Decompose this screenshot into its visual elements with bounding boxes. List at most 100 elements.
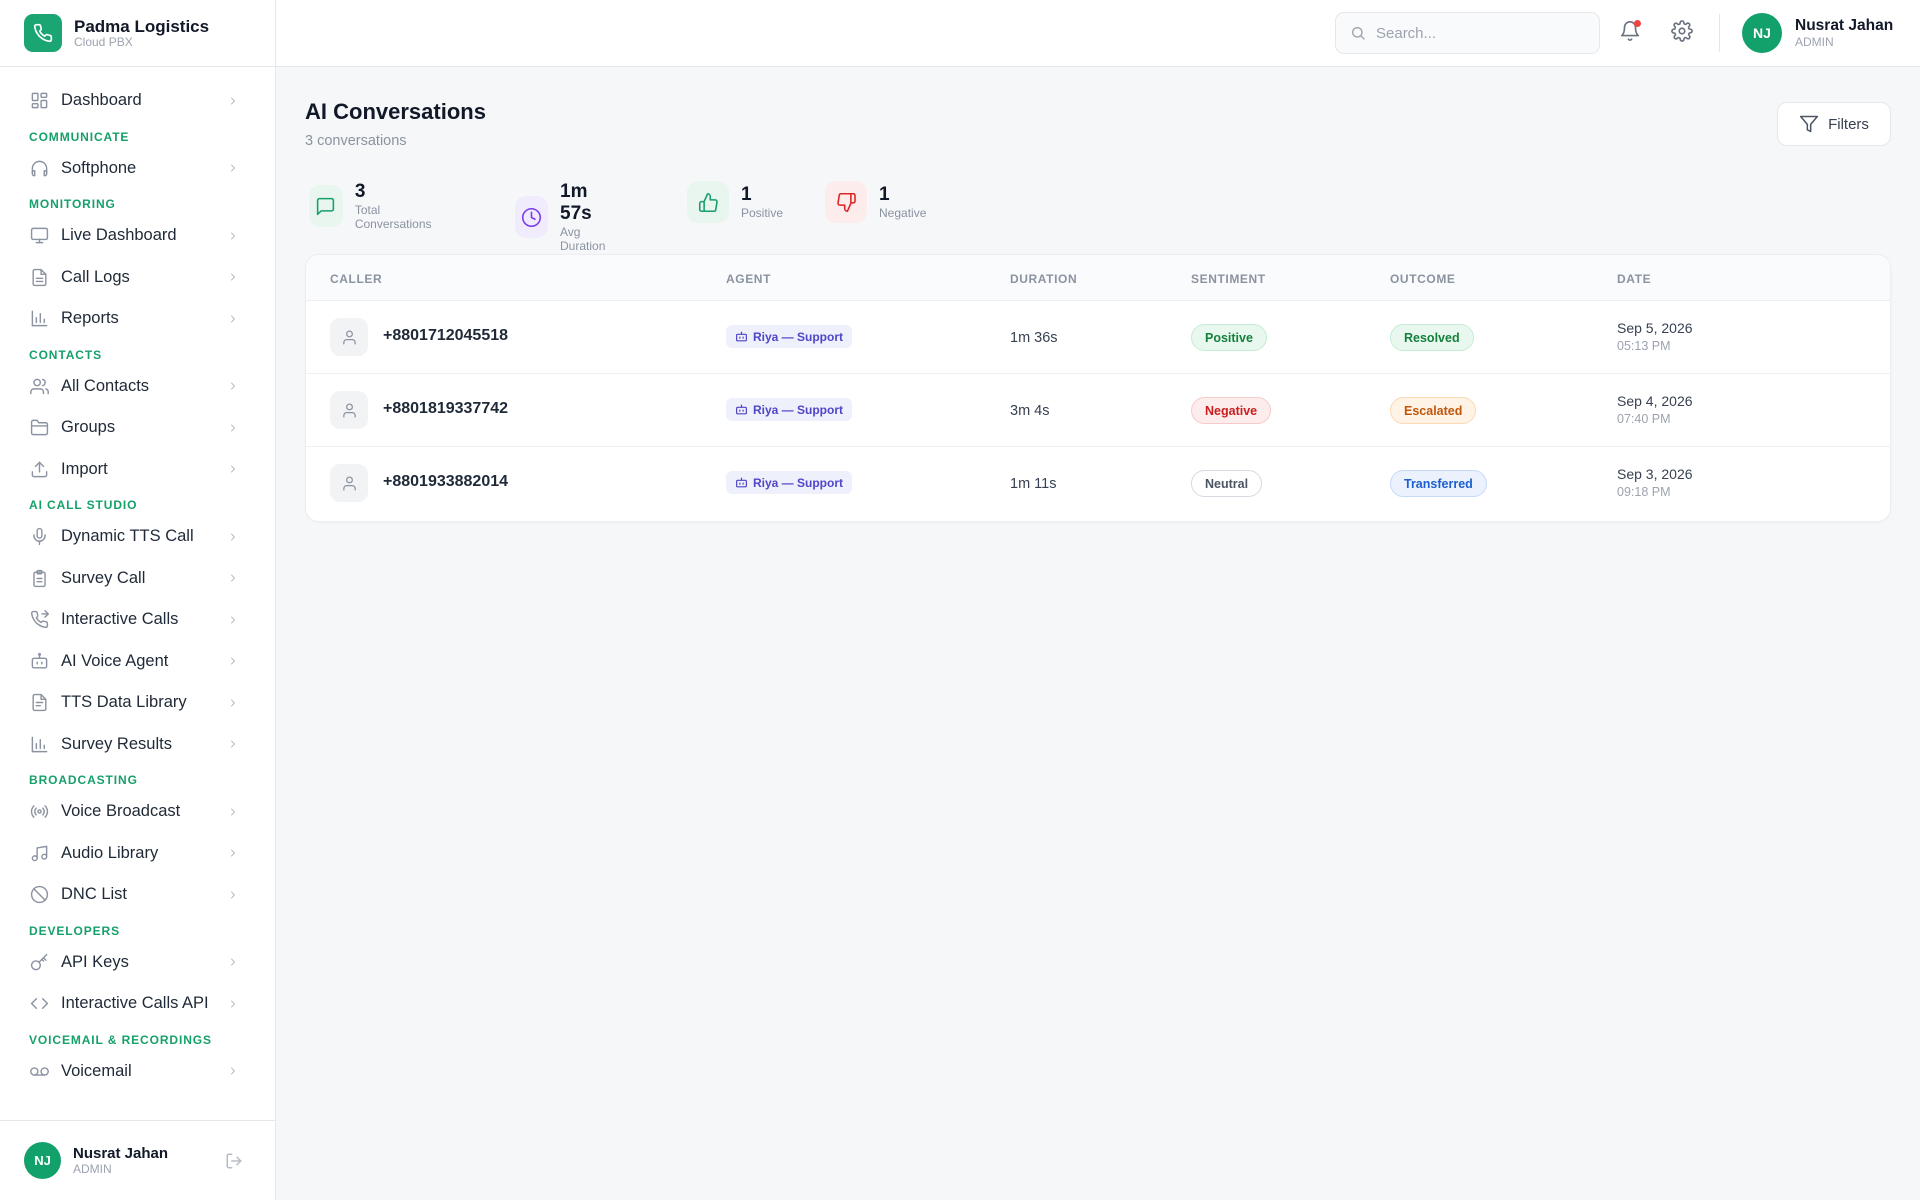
sidebar-item-voice-broadcast[interactable]: Voice Broadcast bbox=[0, 791, 275, 833]
filters-label: Filters bbox=[1828, 115, 1869, 133]
sidebar-item-label: All Contacts bbox=[61, 376, 150, 395]
sidebar-item-all-contacts[interactable]: All Contacts bbox=[0, 366, 275, 408]
chevron-right-icon bbox=[227, 313, 239, 325]
chevron-right-icon bbox=[227, 655, 239, 667]
user-icon bbox=[330, 391, 368, 429]
chevron-right-icon bbox=[227, 998, 239, 1010]
sidebar-item-label: Voicemail bbox=[61, 1061, 132, 1080]
stat-card: 3 Total Conversations bbox=[309, 181, 440, 231]
call-date: Sep 3, 2026 09:18 PM bbox=[1617, 466, 1693, 501]
user-menu[interactable]: NJ Nusrat Jahan ADMIN bbox=[1742, 13, 1893, 53]
search-box[interactable] bbox=[1335, 12, 1600, 54]
date-value: Sep 5, 2026 bbox=[1617, 320, 1693, 336]
sidebar-item-label: Dynamic TTS Call bbox=[61, 527, 194, 546]
table-row[interactable]: +8801712045518 Riya — Support 1m 36s Positi… bbox=[306, 301, 1890, 374]
time-value: 07:40 PM bbox=[1617, 412, 1671, 426]
ban-icon bbox=[30, 885, 49, 904]
logout-icon[interactable] bbox=[225, 1152, 243, 1170]
sidebar-item-softphone[interactable]: Softphone bbox=[0, 148, 275, 190]
stat-value: 1 bbox=[879, 184, 890, 205]
chevron-right-icon bbox=[227, 697, 239, 709]
sidebar-item-survey-call[interactable]: Survey Call bbox=[0, 558, 275, 600]
column-header-sentiment[interactable]: SENTIMENT bbox=[1191, 272, 1266, 286]
date-value: Sep 4, 2026 bbox=[1617, 393, 1693, 409]
robot-icon bbox=[30, 652, 49, 671]
call-date: Sep 4, 2026 07:40 PM bbox=[1617, 393, 1693, 428]
chevron-right-icon bbox=[227, 889, 239, 901]
sidebar-item-label: DNC List bbox=[61, 885, 128, 904]
divider bbox=[1719, 14, 1720, 52]
users-icon bbox=[30, 377, 49, 396]
sidebar-item-voicemail[interactable]: Voicemail bbox=[0, 1051, 275, 1093]
agent-badge: Riya — Support bbox=[726, 325, 853, 348]
stat-text: 1 Positive bbox=[741, 184, 783, 220]
sidebar-item-label: API Keys bbox=[61, 952, 129, 971]
sidebar-item-audio-library[interactable]: Audio Library bbox=[0, 833, 275, 875]
search-input[interactable] bbox=[1376, 24, 1576, 42]
outcome-badge: Escalated bbox=[1390, 397, 1477, 424]
sidebar-item-interactive-calls-api[interactable]: Interactive Calls API bbox=[0, 983, 275, 1025]
sidebar-item-label: Call Logs bbox=[61, 267, 130, 286]
chevron-right-icon bbox=[227, 572, 239, 584]
sidebar-item-survey-results[interactable]: Survey Results bbox=[0, 724, 275, 766]
sentiment-badge: Negative bbox=[1191, 397, 1272, 424]
sidebar-item-interactive-calls[interactable]: Interactive Calls bbox=[0, 599, 275, 641]
agent-name: Riya — Support bbox=[753, 475, 844, 490]
chevron-right-icon bbox=[227, 956, 239, 968]
sidebar-item-api-keys[interactable]: API Keys bbox=[0, 942, 275, 984]
filters-button[interactable]: Filters bbox=[1777, 102, 1891, 146]
sidebar-user: NJ Nusrat Jahan ADMIN bbox=[0, 1120, 275, 1200]
chevron-right-icon bbox=[227, 422, 239, 434]
sidebar-item-import[interactable]: Import bbox=[0, 449, 275, 491]
column-header-duration[interactable]: DURATION bbox=[1010, 272, 1077, 286]
chevron-right-icon bbox=[227, 230, 239, 242]
user-icon bbox=[330, 318, 368, 356]
sidebar-item-ai-voice-agent[interactable]: AI Voice Agent bbox=[0, 641, 275, 683]
sidebar-item-tts-data-library[interactable]: TTS Data Library bbox=[0, 682, 275, 724]
agent-badge: Riya — Support bbox=[726, 398, 853, 421]
sidebar-item-live-dashboard[interactable]: Live Dashboard bbox=[0, 215, 275, 257]
sidebar-item-call-logs[interactable]: Call Logs bbox=[0, 257, 275, 299]
user-role: ADMIN bbox=[73, 1162, 112, 1176]
chevron-right-icon bbox=[227, 738, 239, 750]
conversations-table: CALLER AGENT DURATION SENTIMENT OUTCOME DATE … bbox=[305, 254, 1891, 522]
chevron-right-icon bbox=[227, 847, 239, 859]
sidebar-item-reports[interactable]: Reports bbox=[0, 298, 275, 340]
bot-icon bbox=[735, 330, 753, 343]
column-header-date[interactable]: DATE bbox=[1617, 272, 1651, 286]
clipboard-icon bbox=[30, 569, 49, 588]
chevron-right-icon bbox=[227, 531, 239, 543]
column-header-caller[interactable]: CALLER bbox=[330, 272, 382, 286]
brand-name: Padma Logistics bbox=[74, 17, 210, 36]
table-row[interactable]: +8801819337742 Riya — Support 3m 4s Negativ… bbox=[306, 374, 1890, 447]
bot-icon bbox=[735, 476, 753, 489]
sidebar-item-label: Live Dashboard bbox=[61, 226, 177, 245]
stat-card: 1m 57s Avg Duration bbox=[515, 181, 614, 253]
chevron-right-icon bbox=[227, 95, 239, 107]
sidebar-item-dashboard[interactable]: Dashboard bbox=[0, 80, 275, 122]
brand: Padma Logistics Cloud PBX bbox=[0, 0, 275, 67]
nav-section-label: MONITORING bbox=[29, 197, 116, 211]
caller-number: +8801933882014 bbox=[383, 473, 509, 490]
sidebar-item-dnc-list[interactable]: DNC List bbox=[0, 874, 275, 916]
call-date: Sep 5, 2026 05:13 PM bbox=[1617, 320, 1693, 355]
sidebar-item-label: TTS Data Library bbox=[61, 693, 187, 712]
key-icon bbox=[30, 953, 49, 972]
time-value: 05:13 PM bbox=[1617, 339, 1671, 353]
avatar[interactable]: NJ bbox=[24, 1142, 61, 1179]
column-header-agent[interactable]: AGENT bbox=[726, 272, 771, 286]
code-icon bbox=[30, 994, 49, 1013]
upload-icon bbox=[30, 460, 49, 479]
sidebar-item-label: Audio Library bbox=[61, 843, 159, 862]
chevron-right-icon bbox=[227, 463, 239, 475]
sidebar-item-dynamic-tts-call[interactable]: Dynamic TTS Call bbox=[0, 516, 275, 558]
bell-icon[interactable] bbox=[1619, 20, 1643, 44]
table-row[interactable]: +8801933882014 Riya — Support 1m 11s Neutra… bbox=[306, 447, 1890, 520]
column-header-outcome[interactable]: OUTCOME bbox=[1390, 272, 1456, 286]
sidebar-item-label: Voice Broadcast bbox=[61, 802, 181, 821]
sidebar-item-groups[interactable]: Groups bbox=[0, 407, 275, 449]
stat-value: 1 bbox=[741, 184, 752, 205]
agent-name: Riya — Support bbox=[753, 402, 844, 417]
phone-logo-icon bbox=[24, 14, 62, 52]
gear-icon[interactable] bbox=[1671, 20, 1695, 44]
